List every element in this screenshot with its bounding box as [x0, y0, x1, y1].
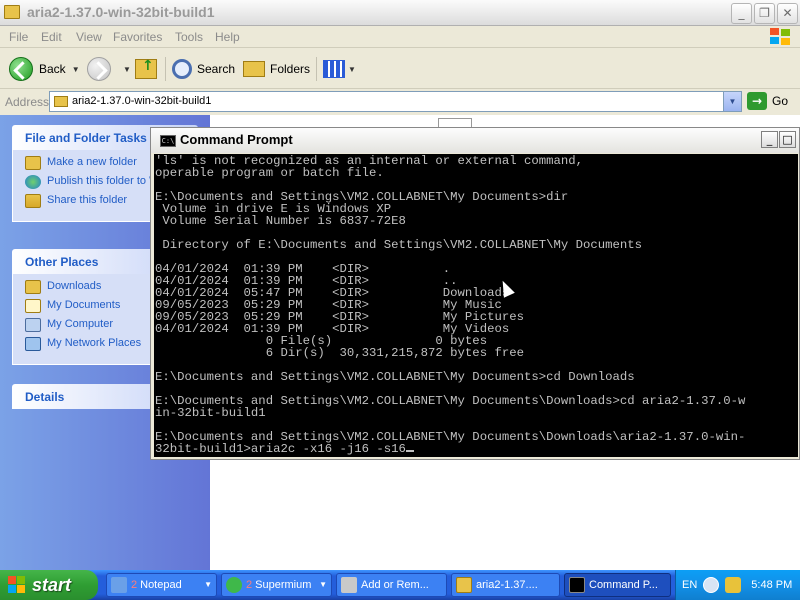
- new-folder-icon: [25, 156, 41, 170]
- go-button[interactable]: → Go: [747, 92, 788, 110]
- folders-button[interactable]: Folders: [243, 55, 310, 83]
- up-button[interactable]: ↑: [135, 55, 157, 83]
- taskbar-button-add-remove[interactable]: Add or Rem...: [336, 573, 447, 597]
- chevron-down-icon: ▼: [123, 64, 131, 74]
- language-indicator[interactable]: EN: [682, 579, 697, 591]
- taskbar-button-notepad[interactable]: 2 Notepad ▼: [106, 573, 217, 597]
- chevron-down-icon: ▼: [348, 64, 356, 74]
- globe-icon: [25, 175, 41, 189]
- chevron-down-icon: ▼: [71, 64, 80, 74]
- window-title: aria2-1.37.0-win-32bit-build1: [27, 4, 215, 20]
- toolbar: Back ▼ ▼ ↑ Search Folders ▼: [0, 49, 800, 89]
- task-label: Share this folder: [47, 194, 128, 206]
- taskbar: start 2 Notepad ▼ 2 Supermium ▼ Add or R…: [0, 570, 800, 600]
- folder-up-icon: ↑: [135, 58, 157, 79]
- address-field[interactable]: aria2-1.37.0-win-32bit-build1 ▼: [49, 91, 742, 112]
- search-label: Search: [197, 62, 236, 76]
- place-label: Downloads: [47, 280, 102, 292]
- start-label: start: [32, 574, 72, 595]
- minimize-button[interactable]: _: [731, 3, 752, 24]
- windows-logo-icon: [770, 28, 792, 46]
- chevron-down-icon: ▼: [319, 580, 327, 589]
- folder-icon: [4, 5, 20, 19]
- windows-flag-icon: [8, 576, 26, 594]
- folder-icon: [54, 96, 68, 107]
- share-icon: [25, 194, 41, 208]
- back-label: Back: [39, 62, 66, 76]
- toolbar-separator: [165, 57, 166, 81]
- chevron-left-icon[interactable]: [703, 577, 720, 593]
- cmd-icon: [569, 577, 585, 593]
- text-cursor: [405, 450, 414, 452]
- search-button[interactable]: Search: [172, 55, 235, 83]
- command-prompt-window: C:\ Command Prompt _ □ 'ls' is not recog…: [150, 127, 800, 460]
- taskbar-button-command-prompt[interactable]: Command P...: [564, 573, 671, 597]
- task-label: aria2-1.37....: [476, 579, 538, 591]
- taskbar-button-supermium[interactable]: 2 Supermium ▼: [221, 573, 332, 597]
- go-arrow-icon: →: [747, 92, 767, 110]
- views-grid-icon: [323, 60, 345, 78]
- menu-help[interactable]: Help: [215, 30, 240, 44]
- go-label: Go: [772, 94, 789, 108]
- folders-icon: [243, 61, 265, 77]
- system-tray: EN 5:48 PM: [675, 570, 800, 600]
- taskbar-button-explorer[interactable]: aria2-1.37....: [451, 573, 560, 597]
- back-arrow-icon: [9, 57, 33, 81]
- address-value: aria2-1.37.0-win-32bit-build1: [72, 95, 212, 107]
- folder-icon: [456, 577, 472, 593]
- menu-bar: File Edit View Favorites Tools Help: [0, 27, 800, 48]
- place-label: My Network Places: [47, 337, 142, 349]
- cmd-maximize-button[interactable]: □: [779, 131, 796, 148]
- close-button[interactable]: ✕: [777, 3, 798, 24]
- folders-label: Folders: [270, 62, 311, 76]
- menu-file[interactable]: File: [9, 30, 28, 44]
- address-label: Address: [5, 95, 50, 109]
- task-label: Command P...: [589, 579, 658, 591]
- place-label: My Computer: [47, 318, 114, 330]
- browser-icon: [226, 577, 242, 593]
- task-label: Notepad: [140, 579, 182, 591]
- address-bar: Address aria2-1.37.0-win-32bit-build1 ▼ …: [0, 90, 800, 114]
- documents-icon: [25, 299, 41, 313]
- clock[interactable]: 5:48 PM: [751, 579, 792, 591]
- network-icon: [25, 337, 41, 351]
- menu-tools[interactable]: Tools: [175, 30, 203, 44]
- add-remove-programs-icon: [341, 577, 357, 593]
- forward-button[interactable]: ▼: [87, 55, 131, 83]
- search-icon: [172, 59, 192, 79]
- explorer-titlebar[interactable]: aria2-1.37.0-win-32bit-build1 _ ❐ ✕: [0, 0, 800, 26]
- cmd-minimize-button[interactable]: _: [761, 131, 778, 148]
- notepad-icon: [111, 577, 127, 593]
- cmd-icon: C:\: [160, 135, 176, 147]
- menu-view[interactable]: View: [76, 30, 102, 44]
- cmd-titlebar[interactable]: C:\ Command Prompt _ □: [151, 128, 799, 153]
- maximize-button[interactable]: ❐: [754, 3, 775, 24]
- task-label: Add or Rem...: [361, 579, 429, 591]
- back-button[interactable]: Back ▼: [9, 55, 80, 83]
- chevron-down-icon: ▼: [204, 580, 212, 589]
- task-count: 2: [131, 579, 138, 591]
- console-output[interactable]: 'ls' is not recognized as an internal or…: [154, 154, 798, 457]
- toolbar-separator: [316, 57, 317, 81]
- task-count: 2: [246, 579, 253, 591]
- console-text: 'ls' is not recognized as an internal or…: [155, 154, 746, 456]
- folder-icon: [25, 280, 41, 294]
- start-button[interactable]: start: [0, 570, 98, 600]
- cmd-title: Command Prompt: [180, 132, 293, 147]
- menu-favorites[interactable]: Favorites: [113, 30, 162, 44]
- computer-icon: [25, 318, 41, 332]
- address-dropdown-button[interactable]: ▼: [723, 92, 741, 111]
- task-label: Make a new folder: [47, 156, 137, 168]
- shield-icon[interactable]: [725, 577, 742, 593]
- views-button[interactable]: ▼: [323, 55, 356, 83]
- task-label: Supermium: [255, 579, 312, 591]
- place-label: My Documents: [47, 299, 121, 311]
- forward-arrow-icon: [87, 57, 111, 81]
- menu-edit[interactable]: Edit: [41, 30, 62, 44]
